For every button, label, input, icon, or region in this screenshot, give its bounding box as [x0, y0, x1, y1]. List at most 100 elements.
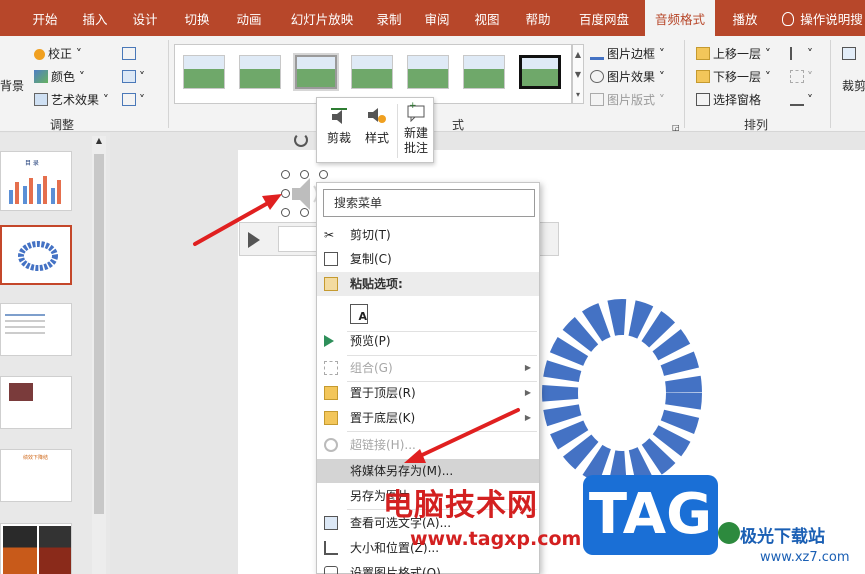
picture-border-button[interactable]: 图片边框 ˅: [590, 46, 665, 62]
tab-playback[interactable]: 播放: [722, 0, 768, 36]
menu-item-label: 复制(C): [350, 252, 392, 266]
new-comment-button[interactable]: + 新建 批注: [399, 101, 433, 156]
color-icon: [34, 70, 48, 83]
tab-help[interactable]: 帮助: [515, 0, 561, 36]
reset-picture-icon[interactable]: ˅: [122, 92, 145, 108]
resize-handle[interactable]: [281, 189, 290, 198]
resize-handle[interactable]: [300, 208, 309, 217]
picture-style-thumb[interactable]: [519, 55, 561, 89]
picture-style-thumb[interactable]: [407, 55, 449, 89]
color-label: 颜色: [51, 70, 76, 84]
slide-thumbnail-3[interactable]: [0, 303, 72, 356]
bring-forward-button[interactable]: 上移一层 ˅: [696, 46, 771, 62]
copy-icon: [324, 252, 338, 266]
slide-thumbnail-5[interactable]: 绩效下降结: [0, 449, 72, 502]
tab-insert[interactable]: 插入: [72, 0, 118, 36]
menu-item-label: 将媒体另存为(M)...: [350, 464, 454, 478]
dialog-launcher-icon[interactable]: ◲: [672, 120, 680, 136]
menu-item-cut[interactable]: ✂ 剪切(T): [317, 223, 539, 247]
slide-thumbnail-4[interactable]: [0, 376, 72, 429]
trim-icon: [331, 108, 347, 124]
picture-style-thumb[interactable]: [463, 55, 505, 89]
submenu-arrow-icon: ▶: [524, 363, 531, 372]
menu-item-bring-to-front[interactable]: 置于顶层(R) ▶: [317, 381, 539, 405]
tell-me-search[interactable]: 操作说明搜: [780, 0, 865, 36]
remove-background-button[interactable]: 背景: [0, 78, 24, 94]
tab-view[interactable]: 视图: [464, 0, 510, 36]
picture-layout-label: 图片版式: [607, 93, 656, 107]
trim-label: 剪裁: [326, 131, 351, 145]
tab-slideshow[interactable]: 幻灯片放映: [282, 0, 362, 36]
ribbon-tab-bar: 开始 插入 设计 切换 动画 幻灯片放映 录制 审阅 视图 帮助 百度网盘 音频…: [0, 0, 865, 36]
rotate-handle-icon[interactable]: [294, 133, 308, 147]
slide-thumbnail-1[interactable]: 目 录: [0, 151, 72, 211]
rotate-icon[interactable]: ˅: [790, 92, 813, 108]
bring-forward-icon: [696, 47, 710, 60]
menu-item-copy[interactable]: 复制(C): [317, 247, 539, 271]
paste-keep-text-only[interactable]: A: [317, 300, 539, 328]
slide-thumbnail-6[interactable]: [0, 523, 72, 574]
artistic-effects-button[interactable]: 艺术效果 ˅: [34, 92, 109, 108]
send-backward-button[interactable]: 下移一层 ˅: [696, 69, 771, 85]
menu-item-hyperlink[interactable]: 超链接(H)...: [317, 433, 539, 457]
scrollbar-thumb[interactable]: [94, 154, 104, 514]
send-backward-label: 下移一层: [713, 70, 762, 84]
align-icon[interactable]: ˅: [790, 46, 813, 62]
picture-style-thumb[interactable]: [183, 55, 225, 89]
artistic-label: 艺术效果: [51, 93, 100, 107]
picture-style-thumb[interactable]: [239, 55, 281, 89]
gallery-scroll[interactable]: ▲ ▼ ▾: [572, 44, 584, 104]
menu-item-label: 剪切(T): [350, 228, 391, 242]
tab-home[interactable]: 开始: [22, 0, 68, 36]
thumbnail-bar-chart: [9, 176, 61, 204]
tab-transitions[interactable]: 切换: [174, 0, 220, 36]
menu-item-preview[interactable]: 预览(P): [317, 329, 539, 353]
menu-item-label: 设置图片格式(O)...: [350, 566, 453, 574]
trim-audio-button[interactable]: 剪裁: [323, 106, 355, 146]
menu-item-label: 置于底层(K): [350, 411, 416, 425]
picture-layout-button[interactable]: 图片版式 ˅: [590, 92, 665, 108]
correct-button[interactable]: 校正 ˅: [34, 46, 82, 62]
picture-effects-button[interactable]: 图片效果 ˅: [590, 69, 665, 85]
thumbnail-scrollbar[interactable]: ▲: [92, 136, 106, 574]
resize-handle[interactable]: [300, 170, 309, 179]
tab-animations[interactable]: 动画: [226, 0, 272, 36]
tab-audio-format[interactable]: 音频格式: [645, 0, 715, 36]
style-button[interactable]: 样式: [359, 106, 395, 146]
group-objects-icon[interactable]: ˅: [790, 69, 813, 85]
scroll-up-icon[interactable]: ▲: [92, 136, 106, 150]
menu-item-send-to-back[interactable]: 置于底层(K) ▶: [317, 406, 539, 430]
watermark-url: www.tagxp.com: [410, 528, 582, 550]
tab-baidu-netdisk[interactable]: 百度网盘: [569, 0, 639, 36]
resize-handle[interactable]: [281, 208, 290, 217]
menu-header-paste-options: 粘贴选项:: [317, 272, 539, 296]
play-icon[interactable]: [248, 232, 260, 248]
resize-handle[interactable]: [319, 170, 328, 179]
slide-title: 目 录: [25, 160, 39, 167]
selection-pane-button[interactable]: 选择窗格: [696, 92, 761, 108]
menu-separator: [347, 431, 537, 432]
menu-item-group[interactable]: 组合(G) ▶: [317, 356, 539, 380]
tab-file[interactable]: [0, 0, 16, 36]
menu-search-input[interactable]: 搜索菜单: [323, 189, 535, 217]
blue-ring-graphic: [542, 299, 702, 487]
menu-item-format-picture[interactable]: 设置图片格式(O)...: [317, 561, 539, 574]
slide-thumbnail-2[interactable]: [0, 225, 72, 285]
compress-pictures-icon[interactable]: [122, 46, 139, 62]
picture-style-thumb[interactable]: [293, 53, 339, 91]
change-picture-icon[interactable]: ˅: [122, 69, 145, 85]
layout-icon: [590, 93, 604, 106]
color-button[interactable]: 颜色 ˅: [34, 69, 85, 85]
tab-design[interactable]: 设计: [122, 0, 168, 36]
tab-record[interactable]: 录制: [366, 0, 412, 36]
size-position-icon: [324, 541, 338, 555]
tab-review[interactable]: 审阅: [414, 0, 460, 36]
crop-button[interactable]: 裁剪: [842, 78, 865, 94]
crop-icon[interactable]: [842, 46, 864, 66]
link-icon: [324, 438, 338, 452]
resize-handle[interactable]: [281, 170, 290, 179]
send-backward-icon: [696, 70, 710, 83]
mini-toolbar: 剪裁 样式 + 新建 批注: [316, 97, 434, 163]
picture-style-thumb[interactable]: [351, 55, 393, 89]
pencil-icon: [590, 47, 604, 60]
